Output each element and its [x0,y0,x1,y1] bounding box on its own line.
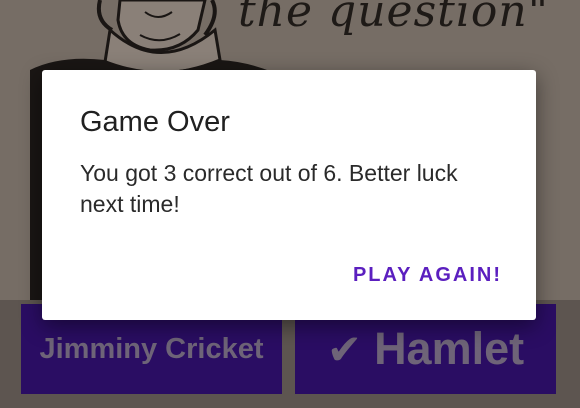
answer-label: Jimminy Cricket [39,332,264,365]
quote-text: the question" [238,0,549,37]
checkmark-icon: ✔ [326,325,363,373]
game-over-dialog: Game Over You got 3 correct out of 6. Be… [42,70,536,320]
play-again-button[interactable]: PLAY AGAIN! [353,264,502,287]
dialog-title: Game Over [80,106,230,138]
dialog-message: You got 3 correct out of 6. Better luck … [80,160,458,217]
answer-label: Hamlet [374,323,525,374]
